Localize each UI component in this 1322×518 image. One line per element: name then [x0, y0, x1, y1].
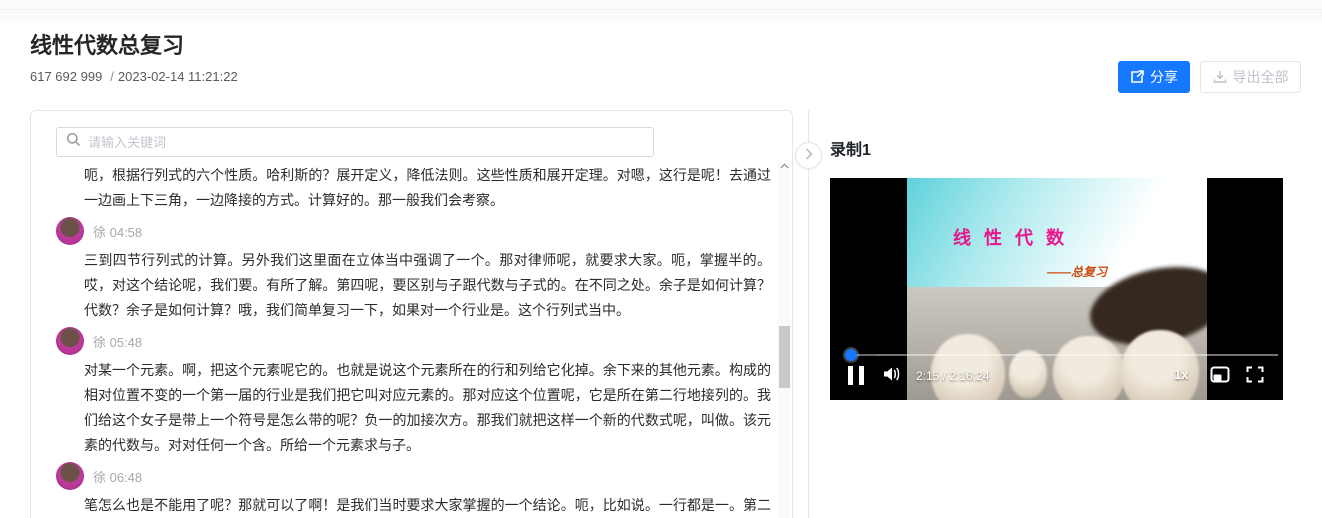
transcript-paragraph[interactable]: 对某一个元素。啊，把这个元素呢它的。也就是说这个元素所在的行和列给它化掉。余下来…	[84, 358, 771, 458]
top-window-strip	[0, 0, 1322, 10]
transcript-paragraph[interactable]: 呃，根据行列式的六个性质。哈利斯的？展开定义，降低法则。这些性质和展开定理。对嗯…	[84, 163, 771, 213]
share-button-label: 分享	[1150, 67, 1178, 87]
speaker-name-time: 徐 04:58	[93, 222, 142, 241]
cygnet-shape	[1053, 336, 1125, 400]
collapse-panel-button[interactable]	[795, 142, 822, 169]
share-button[interactable]: 分享	[1118, 61, 1190, 93]
picture-in-picture-button[interactable]	[1210, 366, 1230, 388]
share-icon	[1130, 70, 1144, 84]
current-time: 2:15	[916, 369, 939, 383]
export-all-label: 导出全部	[1233, 67, 1289, 87]
swan-photo	[907, 287, 1207, 400]
meeting-id: 617 692 999	[30, 69, 102, 84]
scroll-up-arrow[interactable]	[778, 159, 791, 173]
search-icon	[66, 132, 81, 152]
time-separator: /	[939, 369, 949, 383]
top-fade	[0, 11, 1322, 27]
fullscreen-button[interactable]	[1246, 366, 1264, 388]
speaker-icon	[882, 370, 902, 387]
speaker-name-time: 徐 06:48	[93, 467, 142, 486]
page-title: 线性代数总复习	[30, 28, 184, 60]
cygnet-shape	[931, 334, 1005, 400]
video-frame: 线 性 代 数 ——总复习	[907, 178, 1207, 400]
search-input[interactable]	[88, 135, 644, 150]
transcript-entry-header: 徐 05:48	[56, 326, 769, 356]
fullscreen-icon	[1246, 370, 1264, 387]
scrollbar-thumb[interactable]	[779, 326, 790, 388]
cygnet-shape	[1121, 330, 1199, 400]
panel-divider	[808, 110, 809, 518]
meta-separator: /	[110, 69, 114, 84]
cygnet-shape	[1009, 350, 1047, 398]
playback-speed-button[interactable]: 1x	[1174, 367, 1188, 382]
transcript-entry-header: 徐 04:58	[56, 216, 769, 246]
progress-handle[interactable]	[845, 349, 857, 361]
meeting-meta: 617 692 999 / 2023-02-14 11:21:22	[30, 69, 238, 84]
page: 线性代数总复习 617 692 999/2023-02-14 11:21:22 …	[0, 0, 1322, 518]
duration: 2:16:24	[949, 369, 989, 383]
recording-title: 录制1	[830, 136, 871, 160]
volume-button[interactable]	[882, 365, 902, 388]
transcript-paragraph[interactable]: 笔怎么也是不能用了呢？那就可以了啊！是我们当时要求大家掌握的一个结论。呃，比如说…	[84, 493, 771, 518]
slide-title-text: 线 性 代 数	[953, 224, 1068, 250]
transcript-list: 呃，根据行列式的六个性质。哈利斯的？展开定义，降低法则。这些性质和展开定理。对嗯…	[31, 161, 779, 518]
time-display: 2:15 / 2:16:24	[916, 369, 989, 383]
progress-bar[interactable]	[845, 354, 1278, 356]
download-icon	[1213, 70, 1227, 84]
speaker-avatar	[56, 217, 84, 245]
transcript-scrollbar[interactable]	[778, 159, 791, 518]
pip-icon	[1210, 370, 1230, 387]
keyword-search-box[interactable]	[56, 127, 654, 157]
video-player[interactable]: 线 性 代 数 ——总复习 2:15 / 2:16:24 1x	[830, 178, 1283, 400]
speaker-name-time: 徐 05:48	[93, 332, 142, 351]
chevron-right-icon	[805, 147, 813, 165]
pause-button[interactable]	[848, 366, 864, 385]
transcript-entry-header: 徐 06:48	[56, 461, 769, 491]
meeting-datetime: 2023-02-14 11:21:22	[118, 69, 238, 84]
export-all-button[interactable]: 导出全部	[1200, 61, 1301, 93]
slide-subtitle-text: ——总复习	[1047, 263, 1107, 280]
speaker-avatar	[56, 462, 84, 490]
transcript-card: 呃，根据行列式的六个性质。哈利斯的？展开定义，降低法则。这些性质和展开定理。对嗯…	[30, 110, 793, 518]
transcript-paragraph[interactable]: 三到四节行列式的计算。另外我们这里面在立体当中强调了一个。那对律师呢，就要求大家…	[84, 248, 771, 323]
speaker-avatar	[56, 327, 84, 355]
